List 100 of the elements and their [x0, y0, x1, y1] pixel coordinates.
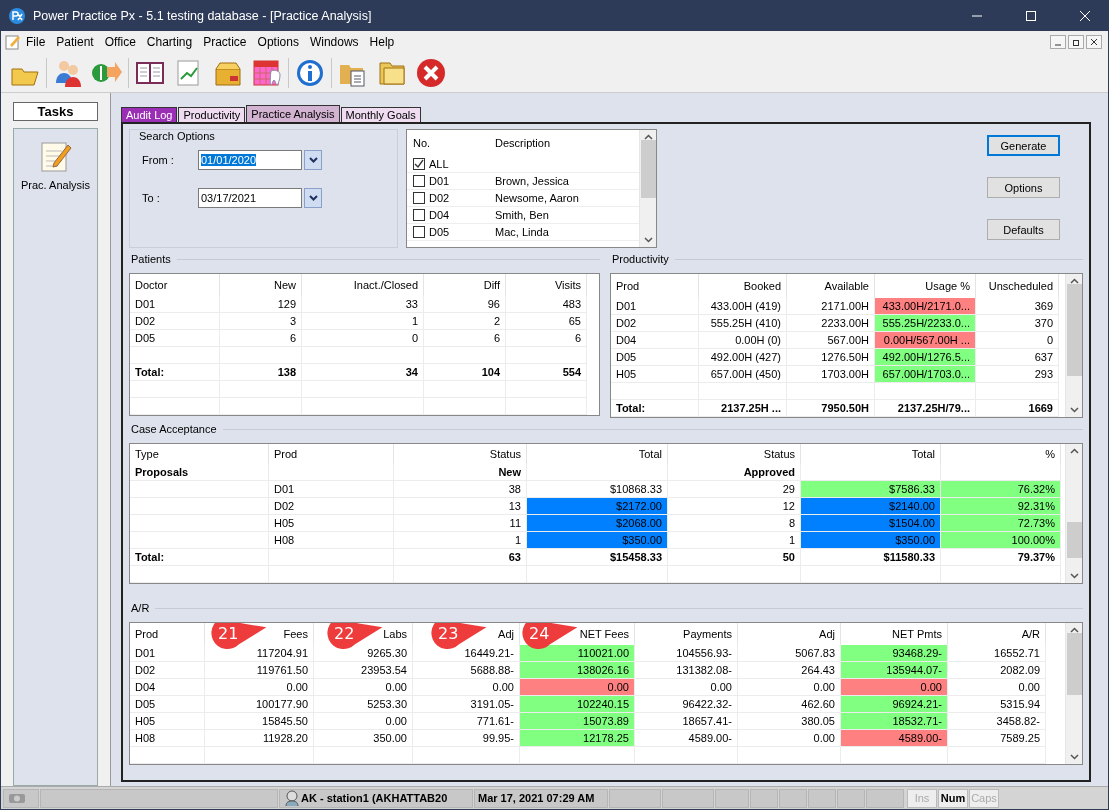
- menu-item[interactable]: Office: [99, 33, 142, 51]
- section-title: Case Acceptance: [131, 423, 217, 435]
- field-label: From :: [142, 154, 175, 166]
- column-header[interactable]: Total: [911, 448, 935, 460]
- column-header[interactable]: %: [1045, 448, 1055, 460]
- menu-item[interactable]: Windows: [304, 33, 365, 51]
- column-header[interactable]: Status: [763, 448, 795, 460]
- column-header[interactable]: Doctor: [135, 279, 168, 291]
- menu-item[interactable]: Help: [364, 33, 401, 51]
- column-header[interactable]: Fees: [283, 628, 308, 640]
- section-title: Productivity: [612, 253, 669, 265]
- column-header[interactable]: Prod: [135, 628, 159, 640]
- table-cell: 23953.54: [314, 662, 413, 679]
- table-cell: 135944.07-: [841, 662, 948, 679]
- menu-item[interactable]: Patient: [51, 33, 100, 51]
- push-button[interactable]: Generate: [987, 135, 1060, 156]
- checkbox[interactable]: [413, 158, 425, 170]
- tab[interactable]: Audit Log: [121, 107, 178, 122]
- scroll-thumb[interactable]: [1066, 633, 1082, 695]
- table-cell: 4589.00-: [841, 730, 948, 747]
- column-header[interactable]: Total: [638, 448, 662, 460]
- column-header[interactable]: Unscheduled: [988, 280, 1053, 292]
- scrollbar[interactable]: [1065, 623, 1082, 764]
- column-header[interactable]: Inact./Closed: [353, 279, 418, 291]
- push-button[interactable]: Defaults: [987, 219, 1060, 240]
- scroll-thumb[interactable]: [640, 140, 656, 198]
- scrollbar[interactable]: [1065, 274, 1082, 417]
- menu-item[interactable]: Options: [252, 33, 305, 51]
- close-button[interactable]: [1086, 35, 1102, 49]
- table-cell: 3458.82-: [948, 713, 1046, 730]
- restore-button[interactable]: [1068, 35, 1084, 49]
- menu-item[interactable]: File: [21, 33, 52, 51]
- column-header[interactable]: Prod: [274, 448, 298, 460]
- table-cell: 2137.25H ...: [699, 400, 787, 417]
- menu-item[interactable]: Practice: [198, 33, 253, 51]
- table-cell: 0.00H/567.00H ...: [875, 332, 976, 349]
- scroll-down-icon[interactable]: [1069, 407, 1079, 413]
- table-cell: 12178.25: [520, 730, 635, 747]
- table-cell: D04: [130, 679, 205, 696]
- section-title: Patients: [131, 253, 171, 265]
- scroll-down-icon[interactable]: [1069, 573, 1079, 579]
- table-cell: D01: [130, 645, 205, 662]
- column-header[interactable]: Type: [135, 448, 159, 460]
- scroll-up-icon[interactable]: [643, 134, 653, 140]
- tab[interactable]: Monthly Goals: [340, 107, 421, 122]
- menu-item[interactable]: Charting: [141, 33, 199, 51]
- table-cell: $350.00: [801, 532, 941, 549]
- tasks-title: Tasks: [13, 102, 98, 121]
- column-header[interactable]: Payments: [683, 628, 732, 640]
- scroll-down-icon[interactable]: [1069, 754, 1079, 760]
- tab[interactable]: Productivity: [178, 107, 246, 122]
- number-callout: 21: [210, 623, 268, 650]
- scroll-up-icon[interactable]: [1069, 448, 1079, 454]
- date-field[interactable]: 01/01/2020: [198, 150, 302, 170]
- scroll-up-icon[interactable]: [1069, 278, 1079, 284]
- column-header[interactable]: Labs: [383, 628, 407, 640]
- group-title: Search Options: [138, 130, 216, 142]
- date-field[interactable]: 03/17/2021: [198, 188, 302, 208]
- doctor-code: D02: [429, 192, 450, 204]
- column-header[interactable]: Status: [489, 448, 521, 460]
- column-header[interactable]: Description: [489, 137, 639, 149]
- column-header[interactable]: Booked: [743, 280, 781, 292]
- column-header[interactable]: New: [274, 279, 296, 291]
- scroll-up-icon[interactable]: [1069, 627, 1079, 633]
- scroll-thumb[interactable]: [1066, 522, 1082, 558]
- table-cell: 492.00H (427): [699, 349, 787, 366]
- column-header[interactable]: Diff: [483, 279, 500, 291]
- dropdown-button[interactable]: [304, 150, 322, 170]
- table-cell: 16552.71: [948, 645, 1046, 662]
- scrollbar[interactable]: [639, 130, 656, 247]
- column-header[interactable]: No.: [407, 137, 489, 149]
- checkbox[interactable]: [413, 226, 425, 238]
- column-header[interactable]: NET Fees: [579, 628, 629, 640]
- dropdown-button[interactable]: [304, 188, 322, 208]
- table-cell: H05: [611, 366, 699, 383]
- tab[interactable]: Practice Analysis: [246, 105, 340, 122]
- column-header[interactable]: Usage %: [925, 280, 970, 292]
- column-header[interactable]: Prod: [616, 280, 640, 292]
- checkbox[interactable]: [413, 175, 425, 187]
- column-header[interactable]: Available: [824, 280, 869, 292]
- column-header[interactable]: A/R: [1021, 628, 1040, 640]
- table-cell: 6: [220, 330, 302, 347]
- datetime-text: Mar 17, 2021 07:29 AM: [478, 792, 595, 804]
- table-cell: 138: [220, 364, 302, 381]
- task-item[interactable]: Prac. Analysis: [20, 139, 91, 191]
- scroll-thumb[interactable]: [1066, 284, 1082, 376]
- push-button[interactable]: Options: [987, 177, 1060, 198]
- checkbox[interactable]: [413, 209, 425, 221]
- column-header[interactable]: NET Pmts: [892, 628, 942, 640]
- field-label: To :: [142, 192, 161, 204]
- table-cell: 657.00H/1703.0...: [875, 366, 976, 383]
- scroll-down-icon[interactable]: [643, 237, 653, 243]
- column-header[interactable]: Adj: [819, 628, 835, 640]
- scrollbar[interactable]: [1065, 444, 1082, 583]
- column-header[interactable]: Adj: [498, 628, 514, 640]
- doctor-code: ALL: [429, 158, 449, 170]
- checkbox[interactable]: [413, 192, 425, 204]
- column-header[interactable]: Visits: [554, 279, 581, 291]
- close-icon: [1090, 38, 1098, 46]
- table-cell: H08: [130, 730, 205, 747]
